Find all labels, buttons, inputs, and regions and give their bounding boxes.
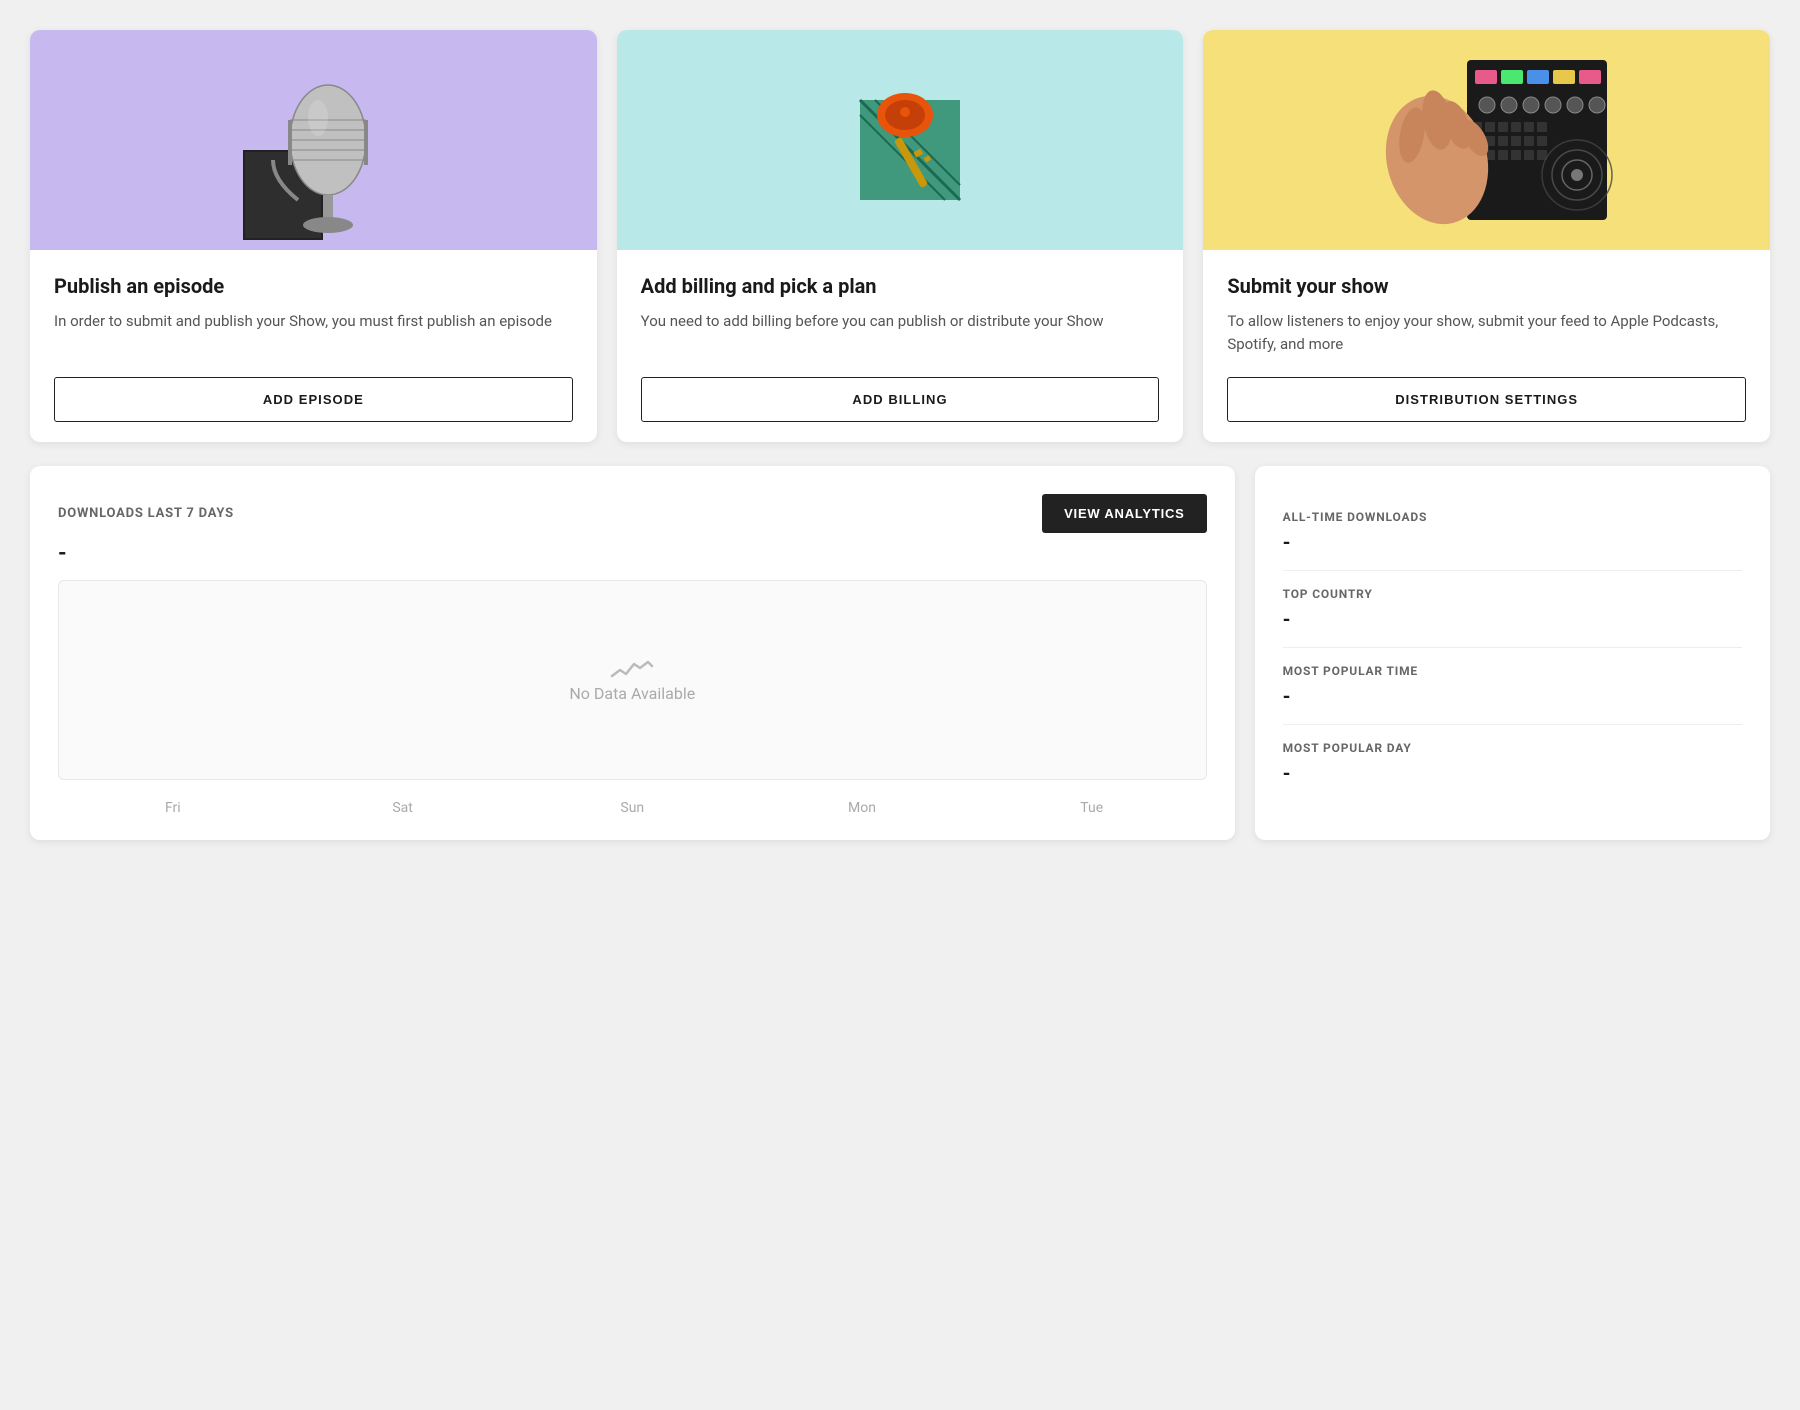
chart-area: No Data Available (58, 580, 1207, 780)
stats-card: ALL-TIME DOWNLOADS - TOP COUNTRY - MOST … (1255, 466, 1770, 840)
analytics-header: DOWNLOADS LAST 7 DAYS VIEW ANALYTICS (58, 494, 1207, 533)
billing-card-desc: You need to add billing before you can p… (641, 310, 1160, 357)
stat-all-time-downloads: ALL-TIME DOWNLOADS - (1283, 494, 1742, 571)
analytics-card: DOWNLOADS LAST 7 DAYS VIEW ANALYTICS - N… (30, 466, 1235, 840)
stat-most-popular-day: MOST POPULAR DAY - (1283, 725, 1742, 801)
submit-card-image (1203, 30, 1770, 250)
stat-most-popular-time: MOST POPULAR TIME - (1283, 648, 1742, 725)
add-billing-button[interactable]: ADD BILLING (641, 377, 1160, 422)
x-label-mon: Mon (747, 800, 977, 816)
microphone-illustration (223, 40, 403, 240)
top-country-value: - (1283, 607, 1742, 631)
chart-x-axis: Fri Sat Sun Mon Tue (58, 792, 1207, 816)
publish-card-image (30, 30, 597, 250)
billing-card-body: Add billing and pick a plan You need to … (617, 250, 1184, 442)
top-cards-row: Publish an episode In order to submit an… (30, 30, 1770, 442)
publish-card-title: Publish an episode (54, 274, 573, 298)
add-episode-button[interactable]: ADD EPISODE (54, 377, 573, 422)
all-time-downloads-label: ALL-TIME DOWNLOADS (1283, 510, 1742, 524)
x-label-sat: Sat (288, 800, 518, 816)
top-country-label: TOP COUNTRY (1283, 587, 1742, 601)
key-illustration (800, 40, 1000, 240)
downloads-label: DOWNLOADS LAST 7 DAYS (58, 506, 234, 521)
publish-card-desc: In order to submit and publish your Show… (54, 310, 573, 357)
most-popular-time-value: - (1283, 684, 1742, 708)
billing-card: Add billing and pick a plan You need to … (617, 30, 1184, 442)
bottom-section: DOWNLOADS LAST 7 DAYS VIEW ANALYTICS - N… (30, 466, 1770, 840)
publish-card: Publish an episode In order to submit an… (30, 30, 597, 442)
stat-top-country: TOP COUNTRY - (1283, 571, 1742, 648)
most-popular-time-label: MOST POPULAR TIME (1283, 664, 1742, 678)
billing-card-title: Add billing and pick a plan (641, 274, 1160, 298)
submit-card-title: Submit your show (1227, 274, 1746, 298)
mixer-illustration (1357, 40, 1617, 240)
submit-card-body: Submit your show To allow listeners to e… (1203, 250, 1770, 442)
submit-card: Submit your show To allow listeners to e… (1203, 30, 1770, 442)
submit-card-desc: To allow listeners to enjoy your show, s… (1227, 310, 1746, 357)
all-time-downloads-value: - (1283, 530, 1742, 554)
view-analytics-button[interactable]: VIEW ANALYTICS (1042, 494, 1206, 533)
x-label-sun: Sun (517, 800, 747, 816)
x-label-tue: Tue (977, 800, 1207, 816)
publish-card-body: Publish an episode In order to submit an… (30, 250, 597, 442)
downloads-count: - (58, 541, 1207, 566)
x-label-fri: Fri (58, 800, 288, 816)
most-popular-day-value: - (1283, 761, 1742, 785)
no-data-text: No Data Available (569, 684, 695, 703)
billing-card-image (617, 30, 1184, 250)
most-popular-day-label: MOST POPULAR DAY (1283, 741, 1742, 755)
distribution-settings-button[interactable]: DISTRIBUTION SETTINGS (1227, 377, 1746, 422)
trend-icon (610, 656, 654, 684)
